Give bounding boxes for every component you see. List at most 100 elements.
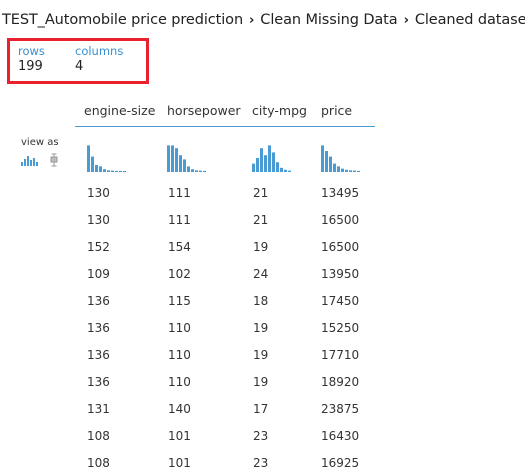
histogram-bar	[107, 170, 110, 172]
histogram-bar	[329, 156, 332, 172]
histogram-bar	[195, 170, 198, 172]
columns-stat: columns 4	[75, 44, 123, 75]
table-cell: 13950	[321, 267, 360, 281]
histogram-bar	[115, 170, 118, 172]
table-cell: 136	[87, 321, 110, 335]
histogram-icon[interactable]	[21, 156, 38, 166]
table-cell: 19	[253, 348, 269, 362]
histogram-bar	[276, 162, 279, 172]
histogram-bar	[280, 167, 283, 172]
table-cell: 23875	[321, 402, 360, 416]
histogram-bar	[252, 163, 255, 172]
rows-label: rows	[18, 44, 45, 58]
histogram-bar	[123, 171, 126, 172]
table-cell: 19	[253, 240, 269, 254]
histogram-bar	[99, 166, 102, 172]
breadcrumb: TEST_Automobile price prediction › Clean M…	[2, 12, 525, 28]
histogram-bar	[256, 158, 259, 172]
table-cell: 18	[253, 294, 269, 308]
table-cell: 136	[87, 375, 110, 389]
histogram-bar	[337, 166, 340, 172]
table-cell: 21	[253, 186, 269, 200]
table-cell: 23	[253, 456, 269, 468]
dataset-summary: rows 199 columns 4	[7, 38, 149, 84]
breadcrumb-item-dataset: Cleaned dataset	[414, 12, 525, 28]
table-cell: 16430	[321, 429, 360, 443]
view-as-label: view as	[21, 137, 59, 148]
table-cell: 110	[168, 321, 191, 335]
table-cell: 130	[87, 213, 110, 227]
boxplot-icon[interactable]	[50, 153, 58, 167]
histogram-bar	[119, 170, 122, 172]
table-cell: 110	[168, 375, 191, 389]
table-cell: 18920	[321, 375, 360, 389]
table-cell: 130	[87, 186, 110, 200]
header-divider	[75, 126, 375, 127]
histogram-bar	[321, 145, 324, 172]
columns-label: columns	[75, 44, 124, 58]
histogram-bar	[288, 170, 291, 172]
table-cell: 109	[87, 267, 110, 281]
histogram-price[interactable]	[321, 142, 371, 172]
table-cell: 102	[168, 267, 191, 281]
histogram-bar	[91, 156, 94, 172]
table-cell: 131	[87, 402, 110, 416]
histogram-bar	[264, 155, 267, 172]
table-cell: 110	[168, 348, 191, 362]
table-cell: 108	[87, 429, 110, 443]
table-cell: 21	[253, 213, 269, 227]
table-cell: 24	[253, 267, 269, 281]
histogram-bar	[203, 170, 206, 172]
histogram-bar	[175, 148, 178, 172]
histogram-bar	[171, 145, 174, 172]
table-cell: 111	[168, 213, 191, 227]
histogram-bar	[268, 145, 271, 172]
histogram-bar	[272, 152, 275, 172]
table-cell: 17710	[321, 348, 360, 362]
chevron-right-icon: ›	[249, 13, 255, 28]
table-cell: 136	[87, 294, 110, 308]
breadcrumb-item-experiment[interactable]: TEST_Automobile price prediction	[2, 12, 243, 28]
histogram-bar	[111, 170, 114, 172]
table-cell: 154	[168, 240, 191, 254]
chevron-right-icon: ›	[403, 13, 409, 28]
histogram-bar	[95, 165, 98, 172]
column-header-price[interactable]: price	[321, 103, 352, 118]
histogram-bar	[325, 151, 328, 172]
table-cell: 19	[253, 375, 269, 389]
histogram-bar	[345, 169, 348, 172]
table-cell: 152	[87, 240, 110, 254]
breadcrumb-item-module[interactable]: Clean Missing Data	[260, 12, 397, 28]
table-cell: 111	[168, 186, 191, 200]
histogram-city-mpg[interactable]	[252, 142, 302, 172]
column-header-city-mpg[interactable]: city-mpg	[252, 103, 307, 118]
table-cell: 101	[168, 456, 191, 468]
histogram-bar	[179, 155, 182, 172]
histogram-bar	[87, 145, 90, 172]
histogram-bar	[341, 168, 344, 172]
column-header-horsepower[interactable]: horsepower	[167, 103, 241, 118]
table-cell: 17	[253, 402, 269, 416]
histogram-bar	[333, 163, 336, 172]
column-header-engine-size[interactable]: engine-size	[84, 103, 155, 118]
histogram-bar	[353, 170, 356, 172]
view-as-toggle	[21, 153, 58, 167]
histogram-bar	[260, 148, 263, 172]
table-cell: 17450	[321, 294, 360, 308]
table-cell: 16500	[321, 240, 360, 254]
histogram-bar	[167, 145, 170, 172]
histogram-bar	[284, 169, 287, 172]
table-cell: 140	[168, 402, 191, 416]
histogram-horsepower[interactable]	[167, 142, 217, 172]
histogram-bar	[349, 170, 352, 172]
histogram-bar	[199, 170, 202, 172]
table-cell: 15250	[321, 321, 360, 335]
rows-value: 199	[18, 59, 43, 74]
histogram-bar	[187, 166, 190, 172]
histogram-bar	[357, 170, 360, 172]
histogram-bar	[191, 169, 194, 172]
histogram-bar	[103, 169, 106, 172]
table-cell: 101	[168, 429, 191, 443]
histogram-engine-size[interactable]	[87, 142, 137, 172]
histogram-bar	[183, 159, 186, 172]
